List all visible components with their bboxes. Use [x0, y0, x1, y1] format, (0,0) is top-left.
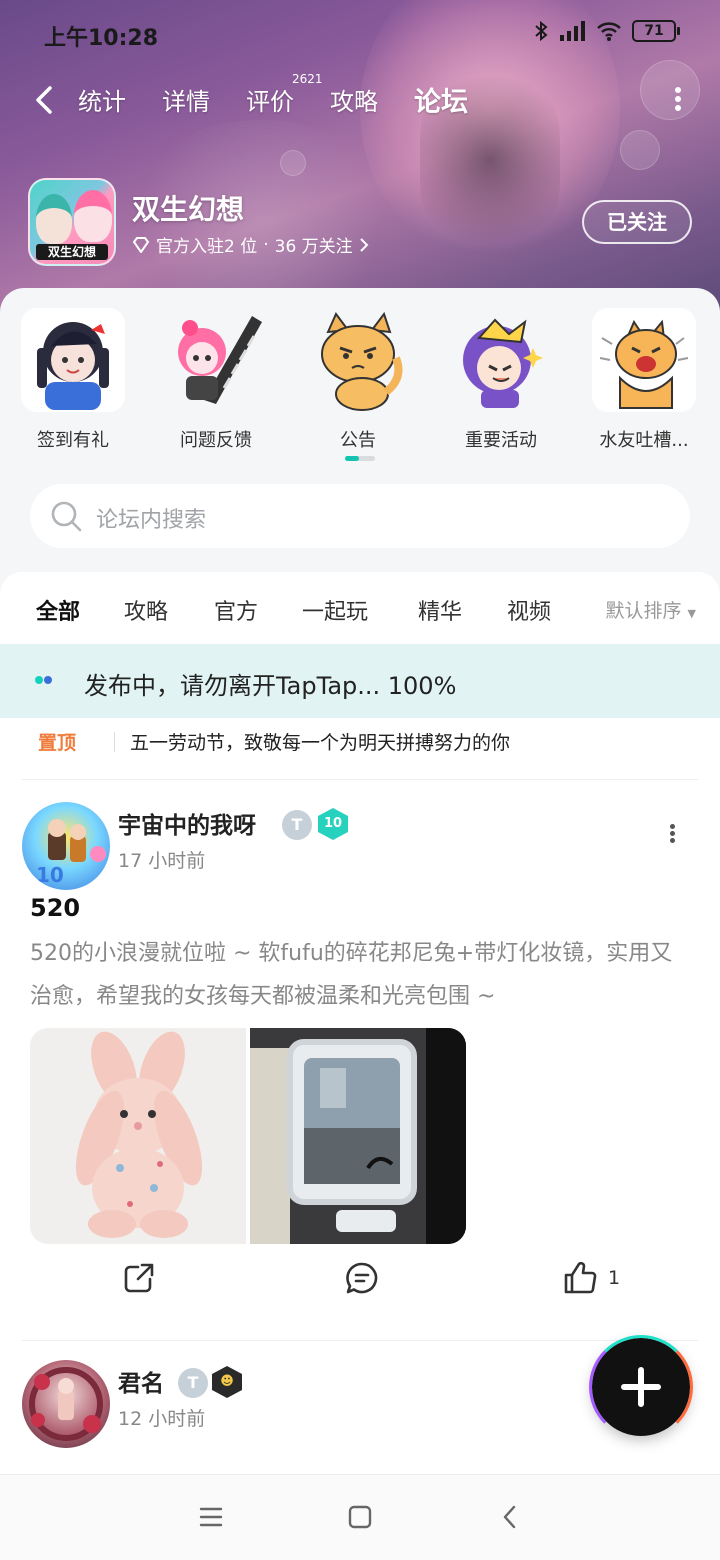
game-title: 双生幻想 — [132, 193, 245, 226]
chevron-right-icon — [359, 237, 369, 252]
share-button[interactable] — [122, 1254, 156, 1302]
search-icon — [51, 501, 82, 532]
thumbs-up-icon — [564, 1261, 597, 1294]
post-actions: 1 — [0, 1254, 720, 1314]
post-more-button[interactable] — [668, 822, 676, 844]
system-navigation-bar — [0, 1474, 720, 1560]
caret-down-icon: ▼ — [687, 607, 696, 620]
share-icon — [124, 1263, 154, 1293]
filter-featured[interactable]: 精华 — [418, 594, 462, 626]
filter-tabs: 全部 攻略 官方 一起玩 精华 视频 默认排序 ▼ — [0, 572, 720, 644]
filter-guides[interactable]: 攻略 — [124, 594, 168, 626]
comment-button[interactable] — [344, 1254, 380, 1302]
avatar[interactable] — [22, 1360, 110, 1448]
filter-play-together[interactable]: 一起玩 — [302, 594, 368, 626]
taptap-badge-icon: T — [282, 810, 312, 840]
skull-badge-icon: ☻ — [212, 1366, 242, 1398]
game-info: 双生幻想 双生幻想 官方入驻2 位 · 36 万关注 已关注 — [28, 178, 692, 270]
tab-forum[interactable]: 论坛 — [414, 80, 468, 125]
diamond-icon — [132, 236, 150, 253]
status-bar: 上午10:28 71 — [0, 0, 720, 66]
section-feedback[interactable]: 问题反馈 — [156, 308, 276, 452]
create-post-button[interactable] — [589, 1335, 693, 1439]
filter-video[interactable]: 视频 — [507, 594, 551, 626]
game-stats[interactable]: 官方入驻2 位 · 36 万关注 — [132, 232, 369, 257]
top-nav: 统计 详情 评价 2621 攻略 论坛 — [0, 72, 720, 128]
like-count: 1 — [608, 1267, 621, 1289]
back-arrow-icon[interactable] — [28, 80, 64, 120]
back-icon[interactable] — [500, 1503, 520, 1531]
wifi-icon — [597, 22, 621, 41]
status-time: 上午10:28 — [44, 26, 159, 51]
svg-text:10: 10 — [36, 863, 64, 887]
filter-all[interactable]: 全部 — [36, 594, 81, 630]
more-options-button[interactable] — [670, 84, 686, 116]
signal-icon — [560, 21, 585, 41]
sort-dropdown[interactable]: 默认排序 ▼ — [605, 596, 696, 623]
comment-icon — [346, 1262, 378, 1294]
bluetooth-icon — [535, 20, 548, 42]
section-events-image — [449, 308, 553, 412]
section-scroll-indicator — [345, 456, 375, 461]
forum-search[interactable]: 论坛内搜索 — [30, 484, 690, 548]
section-label: 公告 — [340, 430, 376, 451]
section-events[interactable]: 重要活动 — [441, 308, 561, 452]
taptap-badge-icon: T — [178, 1368, 208, 1398]
section-chat-image — [592, 308, 696, 412]
section-feedback-image — [164, 308, 268, 412]
follower-count: 36 万关注 — [274, 237, 353, 257]
game-icon[interactable]: 双生幻想 — [28, 178, 116, 266]
battery-indicator: 71 — [632, 20, 680, 42]
section-label: 水友吐槽... — [599, 430, 689, 451]
section-label: 签到有礼 — [37, 430, 109, 451]
loading-dots-icon — [35, 676, 52, 684]
publishing-banner: 发布中，请勿离开TapTap... 100% — [0, 644, 720, 718]
tab-stats[interactable]: 统计 — [78, 82, 126, 117]
home-icon[interactable] — [348, 1505, 372, 1529]
publishing-status: 发布中，请勿离开TapTap... 100% — [84, 672, 457, 700]
post-image-mirror[interactable] — [250, 1028, 466, 1244]
pinned-post[interactable]: 置顶 五一劳动节，致敬每一个为明天拼搏努力的你 — [22, 718, 698, 780]
section-checkin[interactable]: 签到有礼 — [13, 308, 133, 452]
post-time: 17 小时前 — [118, 850, 206, 872]
filter-official[interactable]: 官方 — [214, 594, 258, 626]
search-placeholder: 论坛内搜索 — [96, 508, 207, 533]
like-button[interactable]: 1 — [562, 1254, 620, 1302]
section-announcement-image — [306, 308, 410, 412]
pinned-title: 五一劳动节，致敬每一个为明天拼搏努力的你 — [130, 732, 511, 754]
section-label: 重要活动 — [465, 430, 537, 451]
post-body[interactable]: 520的小浪漫就位啦 ~ 软fufu的碎花邦尼兔+带灯化妆镜，实用又治愈，希望我… — [30, 932, 690, 1018]
tab-guides[interactable]: 攻略 — [330, 82, 378, 117]
official-count: 官方入驻2 位 — [156, 237, 258, 257]
level-badge: 10 — [318, 808, 348, 840]
follow-button[interactable]: 已关注 — [582, 200, 692, 244]
section-label: 问题反馈 — [180, 430, 252, 451]
post-author[interactable]: 君名 — [118, 1364, 164, 1398]
post-time: 12 小时前 — [118, 1408, 206, 1430]
avatar[interactable]: 10 — [22, 802, 110, 890]
section-announcement[interactable]: 公告 — [298, 308, 418, 452]
tab-reviews[interactable]: 评价 — [246, 82, 294, 117]
game-header-banner: 上午10:28 71 统计 详情 评价 2621 攻略 论坛 双生幻想 双生幻想… — [0, 0, 720, 320]
sort-label: 默认排序 — [605, 600, 682, 622]
post-title[interactable]: 520 — [30, 894, 80, 922]
forum-sections: 签到有礼 问题反馈 公告 重要活动 水友吐槽... — [0, 308, 720, 458]
forum-panel: 签到有礼 问题反馈 公告 重要活动 水友吐槽... 论坛内搜索 全部 攻略 官方… — [0, 288, 720, 1478]
tab-details[interactable]: 详情 — [162, 82, 210, 117]
post-image-bunny[interactable] — [30, 1028, 246, 1244]
menu-icon[interactable] — [198, 1505, 224, 1529]
pinned-tag: 置顶 — [38, 732, 77, 754]
reviews-count-badge: 2621 — [292, 72, 323, 86]
section-checkin-image — [21, 308, 125, 412]
section-chat[interactable]: 水友吐槽... — [584, 308, 704, 452]
game-icon-logo-text: 双生幻想 — [36, 244, 108, 260]
post-author[interactable]: 宇宙中的我呀 — [118, 806, 256, 840]
plus-icon — [621, 1367, 661, 1407]
